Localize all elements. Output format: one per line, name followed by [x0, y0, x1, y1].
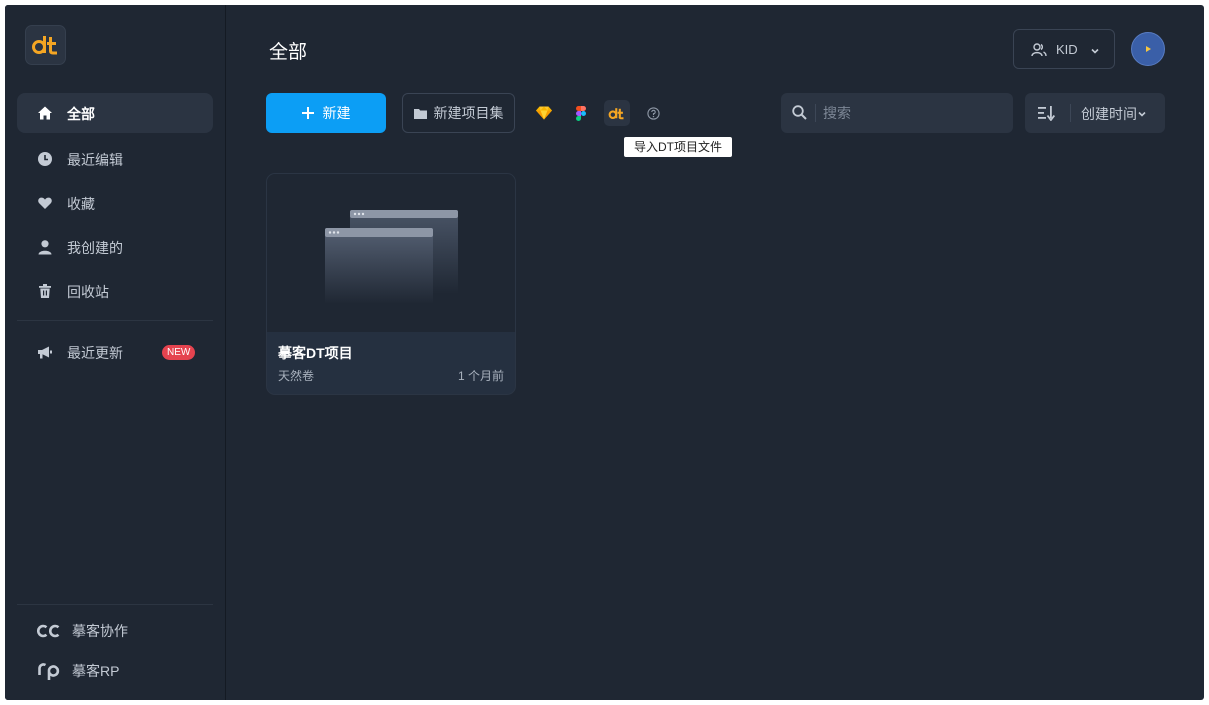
sidebar-item-label: 我创建的: [67, 240, 123, 256]
megaphone-icon: [37, 344, 53, 360]
avatar-icon: [1146, 46, 1151, 52]
figma-icon: [576, 105, 586, 121]
sidebar-divider: [17, 320, 213, 321]
import-tooltip: 导入DT项目文件: [624, 137, 732, 157]
sidebar-item-label: 最近更新: [67, 345, 123, 361]
plus-icon: [301, 107, 314, 119]
app-logo[interactable]: [25, 25, 66, 65]
new-collection-label: 新建项目集: [433, 105, 504, 121]
dt-import-icon: [608, 107, 624, 119]
sidebar-item-label: 全部: [67, 106, 95, 122]
page-title: 全部: [269, 42, 308, 63]
rp-logo-icon: [37, 661, 61, 681]
new-button-label: 新建: [322, 105, 351, 121]
team-icon: [1031, 42, 1047, 61]
sidebar-item-all[interactable]: 全部: [17, 93, 213, 133]
clock-icon: [37, 151, 53, 167]
link-label: 摹客RP: [72, 663, 120, 679]
heart-icon: [37, 195, 53, 211]
link-mockplus-cc[interactable]: 摹客协作: [37, 619, 128, 643]
dt-logo-icon: [31, 36, 57, 55]
sidebar-item-label: 回收站: [67, 284, 109, 300]
sidebar-item-favorites[interactable]: 收藏: [17, 183, 213, 223]
search-input[interactable]: [823, 103, 993, 123]
sort-dropdown[interactable]: 创建时间: [1025, 93, 1165, 133]
cc-logo-icon: [37, 621, 61, 641]
search-icon: [792, 105, 807, 125]
sidebar-item-updates[interactable]: 最近更新 NEW: [17, 332, 213, 372]
folder-icon: [413, 108, 427, 119]
sidebar-item-trash[interactable]: 回收站: [17, 271, 213, 311]
sidebar-item-recent[interactable]: 最近编辑: [17, 139, 213, 179]
sidebar: 全部 最近编辑 收藏 我创建的 回收站 最近更新 NEW 摹客协作 摹客RP: [5, 5, 226, 700]
chevron-down-icon: [1137, 106, 1147, 122]
new-badge: NEW: [162, 345, 196, 360]
sketch-icon: [536, 106, 552, 120]
project-name: 摹客DT项目: [278, 345, 353, 361]
trash-icon: [37, 283, 53, 299]
thumbnail-illustration: [325, 210, 458, 304]
sidebar-divider: [17, 604, 213, 605]
import-sketch-button[interactable]: [531, 100, 557, 126]
project-time: 1 个月前: [457, 369, 504, 383]
sort-icon: [1038, 105, 1056, 124]
link-mockplus-rp[interactable]: 摹客RP: [37, 659, 119, 683]
sort-label: 创建时间: [1081, 106, 1137, 122]
project-thumbnail: [267, 174, 515, 332]
sidebar-item-label: 最近编辑: [67, 152, 123, 168]
chevron-down-icon: [1090, 44, 1100, 59]
import-help-button[interactable]: [640, 100, 666, 126]
user-icon: [37, 239, 53, 255]
new-collection-button[interactable]: 新建项目集: [402, 93, 515, 133]
sidebar-item-label: 收藏: [67, 196, 95, 212]
sort-separator: [1070, 104, 1071, 122]
help-icon: [646, 106, 660, 120]
sidebar-item-mine[interactable]: 我创建的: [17, 227, 213, 267]
project-card[interactable]: 摹客DT项目 天然卷 1 个月前: [266, 173, 516, 395]
home-icon: [37, 105, 53, 121]
import-dt-button[interactable]: [604, 100, 630, 126]
search-separator: [815, 104, 816, 122]
team-switcher-button[interactable]: KID: [1013, 29, 1115, 69]
link-label: 摹客协作: [72, 623, 128, 639]
app-window: 全部 最近编辑 收藏 我创建的 回收站 最近更新 NEW 摹客协作 摹客RP 全…: [5, 5, 1204, 700]
import-figma-button[interactable]: [568, 100, 594, 126]
project-owner: 天然卷: [278, 369, 315, 383]
team-name: KID: [1056, 42, 1078, 57]
search-box[interactable]: [781, 93, 1013, 133]
user-avatar[interactable]: [1131, 32, 1165, 66]
new-button[interactable]: 新建: [266, 93, 386, 133]
